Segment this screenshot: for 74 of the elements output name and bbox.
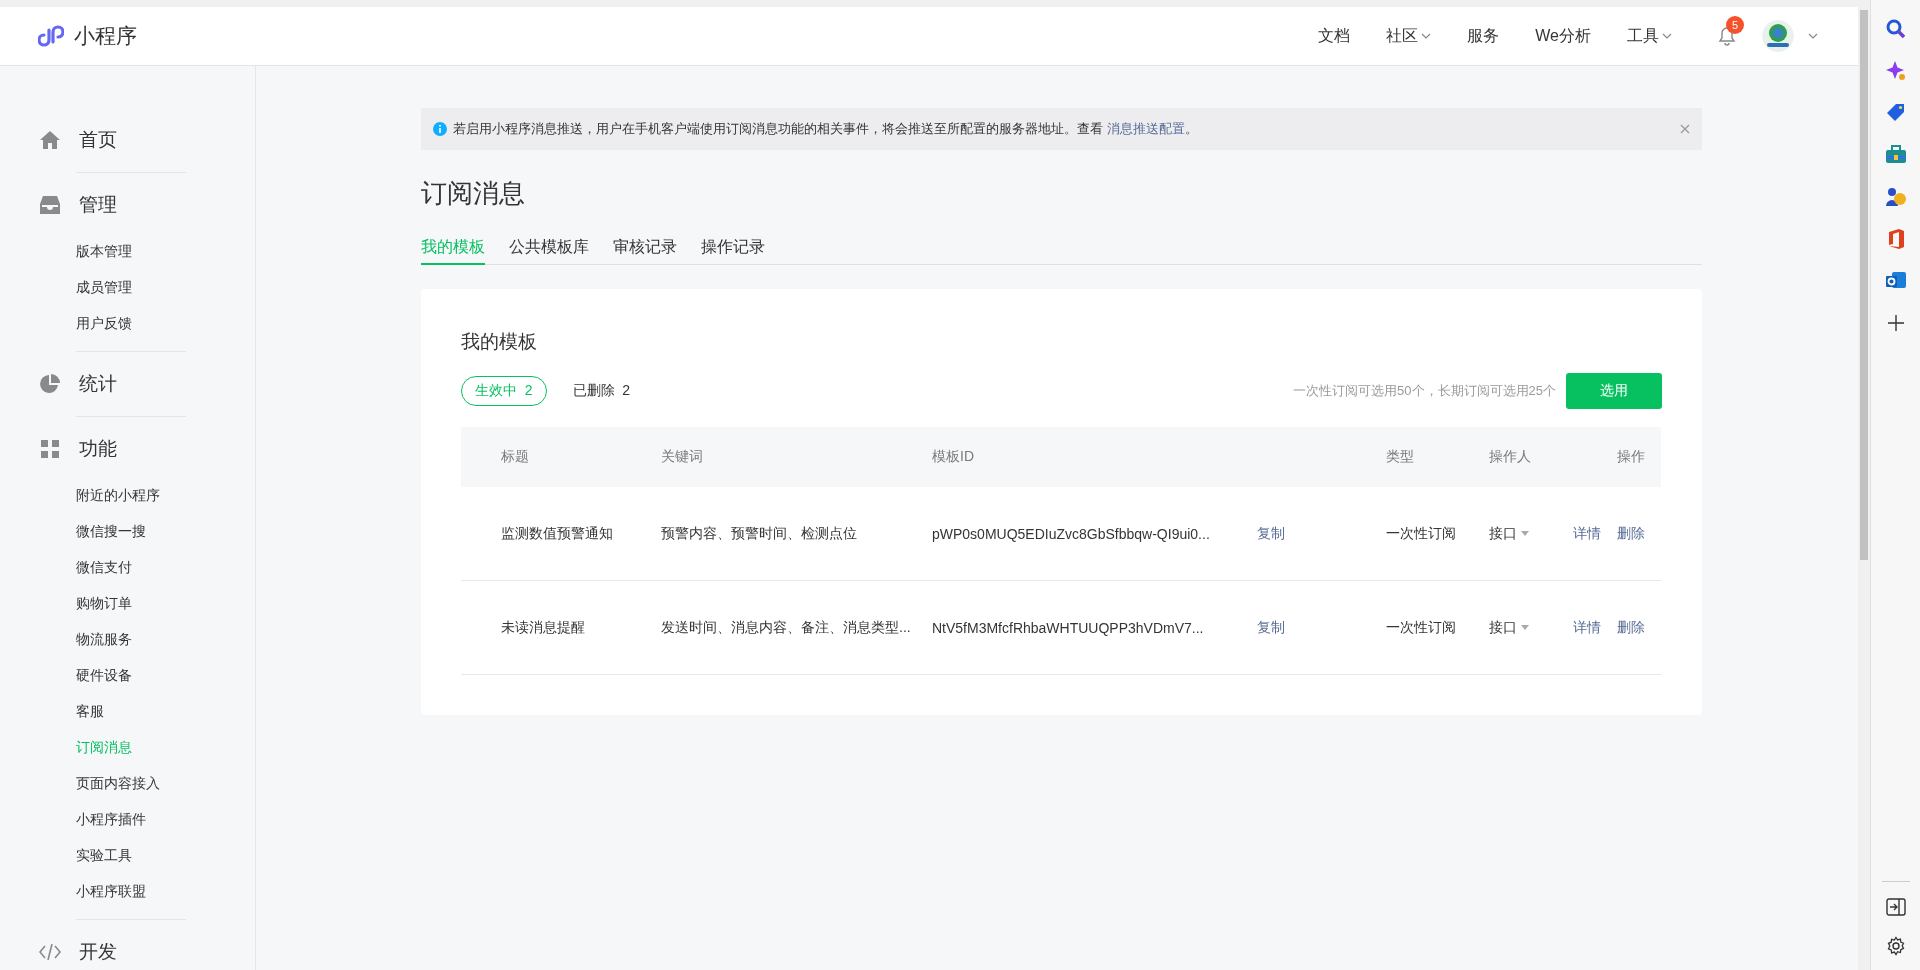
sidebar-item[interactable]: 微信支付	[0, 549, 255, 585]
settings-icon[interactable]	[1885, 936, 1906, 956]
people-icon[interactable]	[1884, 186, 1907, 208]
column-header: 标题	[461, 427, 661, 487]
sidebar-item[interactable]: 页面内容接入	[0, 765, 255, 801]
search-icon[interactable]	[1884, 18, 1907, 40]
avatar[interactable]	[1762, 20, 1794, 52]
table-cell: 一次性订阅	[1386, 618, 1456, 637]
settings-link[interactable]: 消息推送配置	[1106, 121, 1185, 136]
column-header: 关键词	[661, 427, 932, 487]
sidebar-item[interactable]: 小程序联盟	[0, 873, 255, 909]
table-cell: 监测数值预警通知	[501, 524, 613, 543]
action-link[interactable]: 删除	[1617, 524, 1645, 543]
filter-tab[interactable]: 已删除 2	[558, 376, 645, 406]
notice-text: 若启用小程序消息推送，用户在手机客户端使用订阅消息功能的相关事件，将会推送至所配置的服务器地址。查看 消息推送配置。	[453, 120, 1199, 138]
sidebar-item[interactable]: 客服	[0, 693, 255, 729]
chevron-down-icon	[1808, 33, 1818, 39]
operator-dropdown[interactable]: 接口	[1489, 524, 1529, 543]
table-cell: pWP0s0MUQ5EDIuZvc8GbSfbbqw-QI9ui0...	[932, 525, 1210, 542]
panel-icon[interactable]	[1885, 898, 1906, 916]
sparkle-icon[interactable]	[1884, 60, 1907, 82]
tab[interactable]: 审核记录	[613, 237, 677, 265]
logo-icon	[38, 23, 64, 49]
sidebar-item[interactable]: 小程序插件	[0, 801, 255, 837]
sidebar-item[interactable]: 用户反馈	[0, 305, 255, 341]
nav-section[interactable]: 功能	[79, 436, 117, 462]
table-cell: 未读消息提醒	[501, 618, 585, 637]
scrollbar-thumb[interactable]	[1860, 10, 1868, 560]
table-cell: 预警内容、预警时间、检测点位	[661, 524, 857, 543]
page-title: 订阅消息	[421, 177, 526, 210]
code-icon	[39, 944, 61, 960]
grid-icon	[41, 440, 59, 458]
nav-link[interactable]: 文档	[1318, 25, 1351, 47]
caret-icon	[1521, 625, 1529, 630]
sidebar-item[interactable]: 版本管理	[0, 233, 255, 269]
sidebar-item[interactable]: 实验工具	[0, 837, 255, 873]
inbox-icon	[40, 196, 60, 214]
toolbox-icon[interactable]	[1884, 144, 1907, 166]
notification-badge: 5	[1726, 16, 1744, 34]
nav-section[interactable]: 开发	[79, 939, 117, 965]
nav-link[interactable]: 社区	[1386, 25, 1432, 47]
sidebar-item[interactable]: 附近的小程序	[0, 477, 255, 513]
column-header: 模板ID	[932, 427, 1386, 487]
nav-link[interactable]: 服务	[1467, 25, 1500, 47]
card-title: 我的模板	[461, 330, 538, 354]
tab[interactable]: 公共模板库	[509, 237, 589, 265]
copy-link[interactable]: 复制	[1257, 524, 1285, 543]
column-header: 类型	[1386, 427, 1489, 487]
sidebar-item[interactable]: 物流服务	[0, 621, 255, 657]
info-icon	[433, 122, 447, 136]
table-cell: 发送时间、消息内容、备注、消息类型...	[661, 618, 911, 637]
operator-dropdown[interactable]: 接口	[1489, 618, 1529, 637]
nav-link[interactable]: We分析	[1535, 25, 1591, 47]
action-link[interactable]: 详情	[1573, 618, 1601, 637]
sidebar-item[interactable]: 微信搜一搜	[0, 513, 255, 549]
sidebar-item[interactable]: 硬件设备	[0, 657, 255, 693]
sidebar-item[interactable]: 购物订单	[0, 585, 255, 621]
nav-section[interactable]: 统计	[79, 371, 117, 397]
table-cell: 一次性订阅	[1386, 524, 1456, 543]
nav-section[interactable]: 首页	[79, 127, 117, 153]
logo-text: 小程序	[74, 23, 137, 49]
copy-link[interactable]: 复制	[1257, 618, 1285, 637]
nav-link[interactable]: 工具	[1627, 25, 1672, 47]
pie-chart-icon	[40, 374, 60, 394]
sidebar-item[interactable]: 成员管理	[0, 269, 255, 305]
nav-section[interactable]: 管理	[79, 192, 117, 218]
column-header: 操作	[1571, 427, 1661, 487]
caret-icon	[1521, 531, 1529, 536]
action-link[interactable]: 详情	[1573, 524, 1601, 543]
tab[interactable]: 操作记录	[701, 237, 765, 265]
column-header: 操作人	[1489, 427, 1571, 487]
home-icon	[40, 131, 60, 149]
table-cell: NtV5fM3MfcfRhbaWHTUUQPP3hVDmV7...	[932, 619, 1204, 636]
action-link[interactable]: 删除	[1617, 618, 1645, 637]
